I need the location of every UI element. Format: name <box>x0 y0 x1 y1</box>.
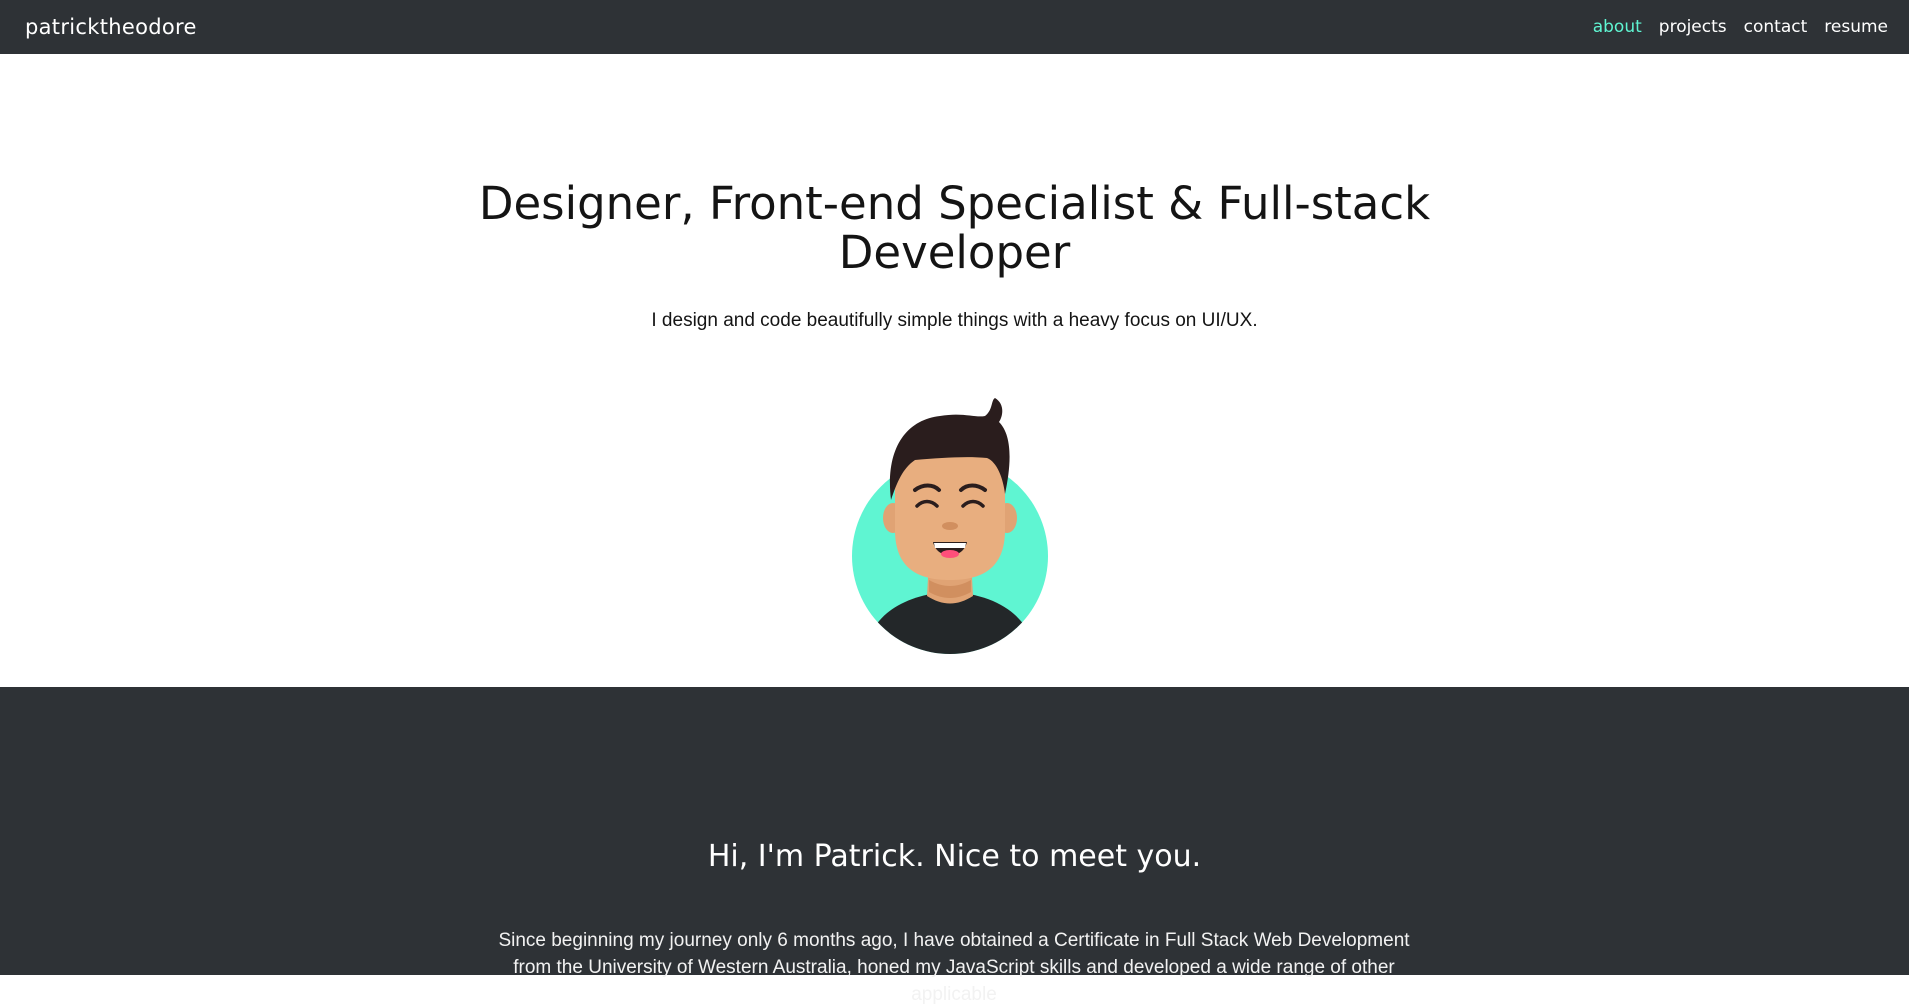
about-section: Hi, I'm Patrick. Nice to meet you. Since… <box>0 687 1909 1005</box>
nav-link-contact[interactable]: contact <box>1744 17 1808 37</box>
hero-section: Designer, Front-end Specialist & Full-st… <box>0 54 1909 687</box>
about-text: Since beginning my journey only 6 months… <box>498 930 1410 1005</box>
nav-link-about[interactable]: about <box>1593 17 1642 37</box>
hero-title: Designer, Front-end Specialist & Full-st… <box>0 179 1909 277</box>
smiling-man-avatar-icon <box>852 398 1048 654</box>
hero-title-line-1: Designer, Front-end Specialist & Full-st… <box>478 177 1431 230</box>
brand-logo-link[interactable]: patricktheodore <box>25 15 197 39</box>
nav-links: about projects contact resume <box>1593 17 1888 37</box>
about-title: Hi, I'm Patrick. Nice to meet you. <box>707 839 1202 874</box>
hero-subtitle: I design and code beautifully simple thi… <box>651 310 1258 331</box>
navbar: patricktheodore about projects contact r… <box>0 0 1909 54</box>
nav-link-resume[interactable]: resume <box>1824 17 1888 37</box>
hero-title-line-2: Developer <box>838 226 1071 279</box>
nav-link-projects[interactable]: projects <box>1659 17 1727 37</box>
